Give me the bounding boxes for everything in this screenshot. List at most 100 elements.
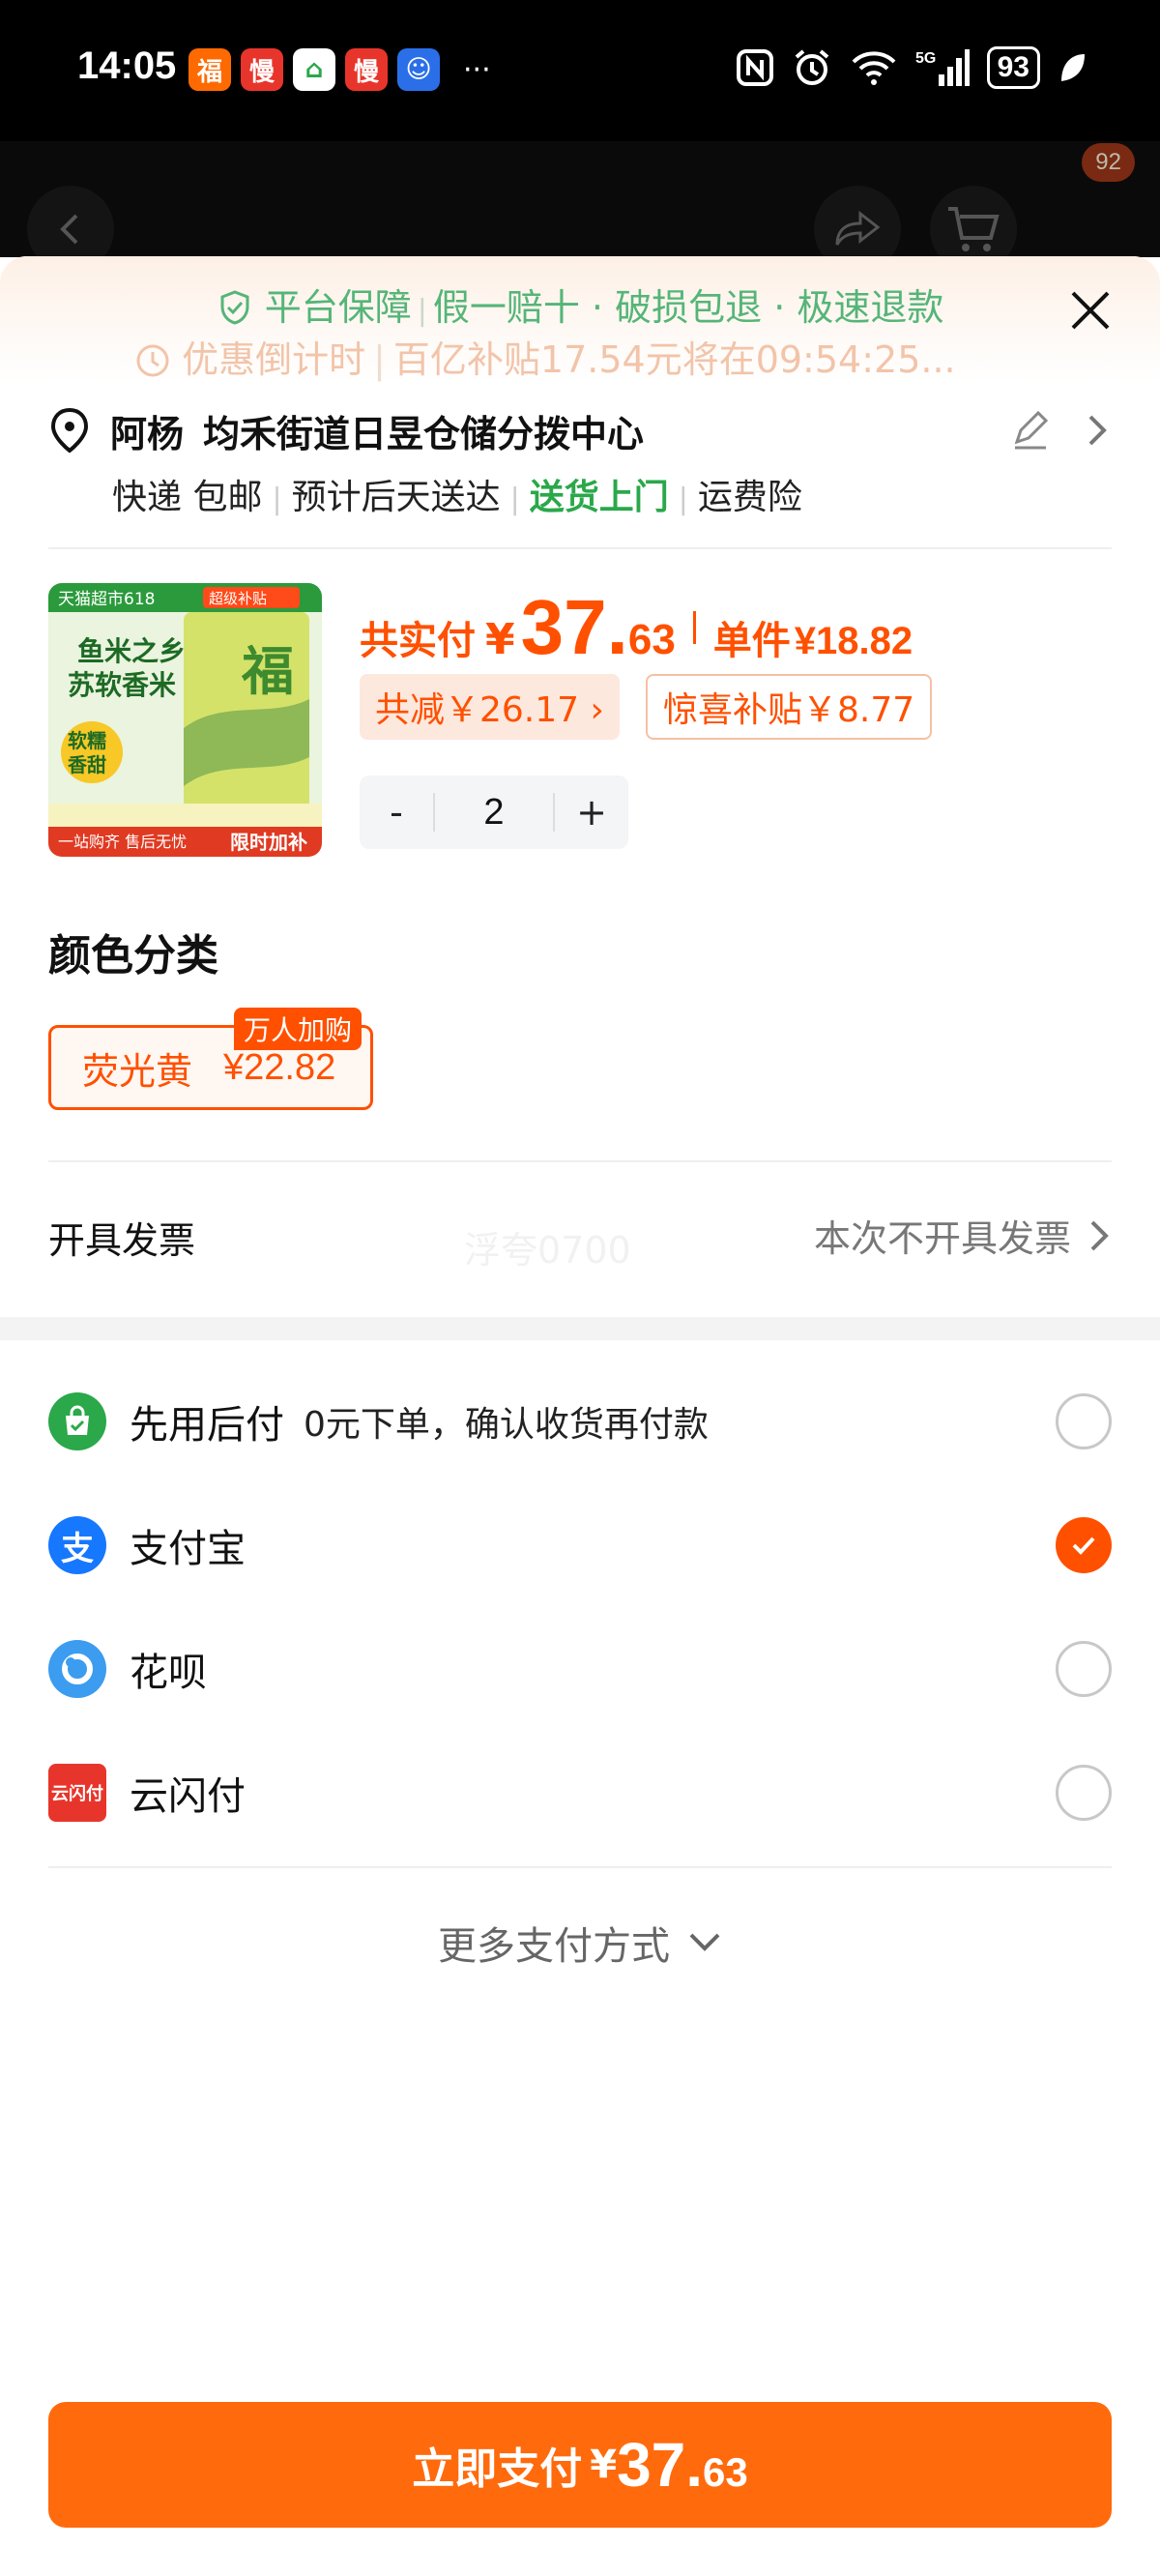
quantity-stepper: - 2 + [360,776,628,849]
divider [48,1160,1112,1162]
shipping-info: 快递 包邮 | 预计后天送达 | 送货上门 | 运费险 [112,478,802,517]
recipient-name: 阿杨 [110,412,185,455]
close-button[interactable] [1063,283,1117,337]
guarantee-item: 破损包退 [615,286,763,329]
alipay-icon: 支 [48,1516,106,1574]
share-icon [835,210,881,246]
countdown-label: 优惠倒计时 [182,338,366,381]
svg-text:香甜: 香甜 [68,753,106,776]
countdown-text: 百亿补贴17.54元将在09:54:25... [392,338,956,381]
pay-button-amount-integer: 37. [617,2430,704,2500]
battery-indicator: 93 [986,46,1040,89]
payment-name: 先用后付 [130,1403,284,1448]
chevron-right-icon[interactable] [1083,409,1112,452]
section-separator [0,1317,1160,1340]
wifi-icon [852,51,896,85]
payment-name: 花呗 [130,1651,207,1695]
shipping-method: 快递 包邮 [112,478,263,517]
clock-icon [136,344,169,377]
decrease-button[interactable]: - [360,791,433,834]
svg-text:软糯: 软糯 [68,729,106,752]
payment-radio[interactable] [1056,1393,1112,1449]
payment-option-alipay[interactable]: 支 支付宝 [48,1511,1112,1579]
increase-button[interactable]: + [555,791,628,834]
popular-badge: 万人加购 [234,1008,362,1050]
svg-text:5G: 5G [915,50,936,67]
checkmark-icon [1072,1537,1095,1555]
notification-icons: 福 慢 ⌂ 慢 ☺ ··· [188,48,491,91]
more-payment-label: 更多支付方式 [438,1924,670,1969]
payment-option-unionpay[interactable]: 云闪付 云闪付 [48,1759,1112,1827]
discount-countdown: 优惠倒计时 | 百亿补贴17.54元将在09:54:25... [135,330,956,383]
pay-button-label: 立即支付 [412,2444,583,2494]
invoice-label: 开具发票 [48,1219,196,1262]
platform-guarantee: 平台保障 | 假一赔十 · 破损包退 · 极速退款 [0,278,1160,331]
chevron-down-icon [689,1933,720,1951]
guarantee-item: 假一赔十 [432,286,580,329]
shipping-insurance: 运费险 [697,478,802,517]
color-category-title: 颜色分类 [48,931,218,981]
payment-radio-selected[interactable] [1056,1517,1112,1573]
guarantee-item: 极速退款 [797,286,944,329]
shopping-bag-check-icon [48,1392,106,1450]
nfc-icon [736,49,773,86]
total-label: 共实付 [360,619,476,663]
payment-name: 云闪付 [130,1774,246,1819]
alarm-icon [795,49,828,85]
option-name: 荧光黄 [82,1049,193,1093]
payment-option-pay-later[interactable]: 先用后付 0元下单，确认收货再付款 [48,1388,1112,1455]
discount-detail-tag[interactable]: 共减￥26.17 › [360,674,620,740]
unit-label: 单件 [712,619,791,663]
ai-home-app-icon: ⌂ [293,48,335,91]
shield-check-icon [220,290,249,325]
total-price-integer: 37. [520,584,628,670]
price-separator [692,611,696,644]
payment-subtitle: 0元下单，确认收货再付款 [304,1405,709,1445]
pay-now-button[interactable]: 立即支付 ¥ 37. 63 [48,2402,1112,2528]
payment-option-huabei[interactable]: 花呗 [48,1635,1112,1703]
payment-radio[interactable] [1056,1765,1112,1821]
quantity-value[interactable]: 2 [433,793,555,832]
invoice-selector[interactable]: 本次不开具发票 [814,1209,1112,1262]
option-price: ¥22.82 [223,1046,336,1088]
invoice-value: 本次不开具发票 [813,1217,1071,1260]
payment-name: 支付宝 [130,1527,246,1571]
pay-button-amount-decimal: 63 [703,2449,748,2495]
guarantee-label: 平台保障 [264,286,412,329]
cart-count-badge: 92 [1082,143,1135,182]
door-delivery: 送货上门 [529,478,669,517]
gift-app-icon: 福 [188,48,231,91]
total-price-decimal: 63 [627,616,676,663]
rice-bag-image: 天猫超市618 超级补贴 福 鱼米之乡 苏软香米 软糯 香甜 一站购齐 售后无忧… [48,583,322,857]
edit-pencil-icon[interactable] [1009,409,1052,452]
svg-text:苏软香米: 苏软香米 [68,669,176,701]
thumb-corner-text: 限时加补 [230,831,307,854]
svg-text:鱼米之乡: 鱼米之乡 [77,635,186,667]
chevron-right-icon [1090,1220,1109,1250]
delivery-address: 均禾街道日昱仓储分拨中心 [203,412,645,455]
system-icons: 5G 93 [736,46,1087,89]
more-payment-methods[interactable]: 更多支付方式 [0,1915,1160,1971]
product-thumbnail[interactable]: 天猫超市618 超级补贴 福 鱼米之乡 苏软香米 软糯 香甜 一站购齐 售后无忧… [48,583,322,857]
product-navbar [0,141,1160,273]
currency-symbol: ¥ [485,615,515,664]
thumb-tag: 天猫超市618 [58,590,155,609]
payment-radio[interactable] [1056,1641,1112,1697]
thumb-bottom-text: 一站购齐 售后无忧 [58,833,187,851]
leaf-icon [1061,54,1085,81]
divider [48,547,1112,549]
cart-icon [948,207,1000,251]
close-icon [1071,291,1110,330]
location-pin-icon [50,407,89,454]
thumb-tag-2: 超级补贴 [209,590,267,607]
svg-text:福: 福 [241,640,294,702]
surprise-subsidy-tag: 惊喜补贴￥8.77 [646,674,933,740]
order-sheet: 平台保障 | 假一赔十 · 破损包退 · 极速退款 优惠倒计时 | 百亿补贴17.54元… [0,256,1160,2576]
watermark-text: 浮夸0700 [464,1229,631,1272]
pay-button-currency: ¥ [590,2443,618,2487]
man-app-icon: 慢 [241,48,283,91]
address-row[interactable]: 阿杨 均禾街道日昱仓储分拨中心 [48,401,1112,459]
more-notifications-icon: ··· [463,52,491,87]
status-time: 14:05 [77,44,177,87]
delivery-estimate: 预计后天送达 [291,478,501,517]
